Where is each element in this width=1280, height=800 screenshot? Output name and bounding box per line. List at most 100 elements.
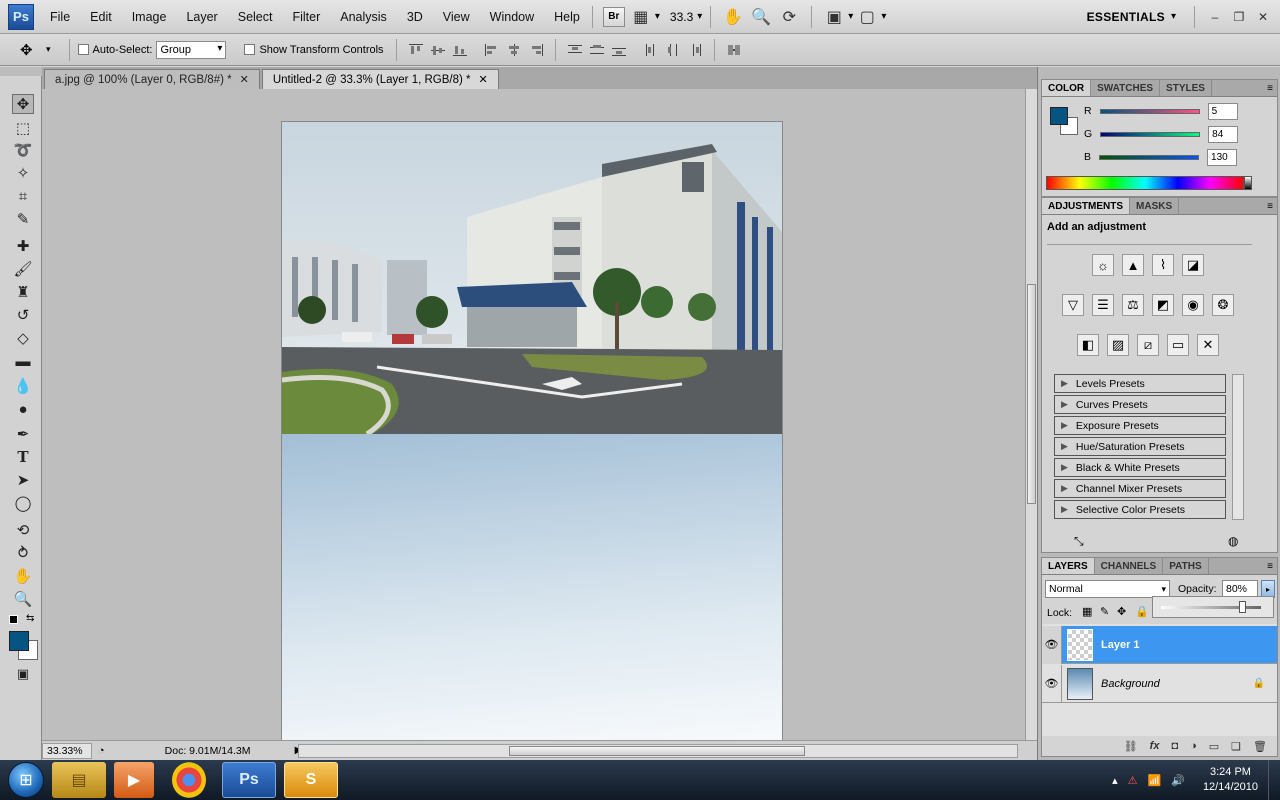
- opacity-slider-popup[interactable]: [1152, 596, 1274, 618]
- distribute-left-icon[interactable]: [642, 42, 660, 58]
- distribute-top-icon[interactable]: [566, 42, 584, 58]
- tab-untitled-2[interactable]: Untitled-2 @ 33.3% (Layer 1, RGB/8) * ✕: [261, 69, 499, 89]
- layer-name[interactable]: Background: [1101, 678, 1160, 690]
- screen-mode-icon[interactable]: ▢: [856, 6, 878, 28]
- align-top-icon[interactable]: [407, 42, 425, 58]
- canvas-viewport[interactable]: [42, 89, 1025, 740]
- show-transform-checkbox[interactable]: [244, 44, 256, 55]
- vertical-scrollbar[interactable]: [1025, 89, 1037, 740]
- tab-close-icon[interactable]: ✕: [479, 73, 488, 86]
- black-white-presets-item[interactable]: Black & White Presets: [1054, 458, 1226, 477]
- lock-image-icon[interactable]: ✎: [1100, 605, 1109, 618]
- eye-icon[interactable]: 👁: [1042, 625, 1062, 664]
- eraser-tool-icon[interactable]: ◇: [12, 328, 34, 348]
- opacity-slider-handle[interactable]: [1239, 601, 1246, 613]
- explorer-taskbar-icon[interactable]: ▤: [52, 762, 106, 798]
- magic-wand-tool-icon[interactable]: ✧: [12, 163, 34, 183]
- layer-row-background[interactable]: 👁 Background 🔒: [1042, 664, 1277, 703]
- media-player-taskbar-icon[interactable]: ▶: [114, 762, 154, 798]
- rotate-view-icon[interactable]: ⟳: [778, 6, 800, 28]
- levels-presets-item[interactable]: Levels Presets: [1054, 374, 1226, 393]
- default-colors-icon[interactable]: [9, 615, 18, 624]
- layer-row-layer-1[interactable]: 👁 Layer 1: [1042, 625, 1277, 664]
- skype-taskbar-icon[interactable]: S: [284, 762, 338, 798]
- hue-saturation-icon[interactable]: ☰: [1092, 294, 1114, 316]
- tab-swatches[interactable]: SWATCHES: [1091, 80, 1161, 96]
- green-value-field[interactable]: 84: [1208, 125, 1239, 143]
- distribute-vcenter-icon[interactable]: [588, 42, 606, 58]
- restore-icon[interactable]: ❐: [1230, 9, 1248, 25]
- horizontal-scrollbar[interactable]: [298, 744, 1018, 758]
- curves-icon[interactable]: ⌇: [1152, 254, 1174, 276]
- 3d-orbit-tool-icon[interactable]: ⥁: [12, 543, 34, 563]
- swap-colors-icon[interactable]: ⇆: [26, 613, 34, 624]
- path-selection-tool-icon[interactable]: ➤: [12, 470, 34, 490]
- tab-styles[interactable]: STYLES: [1160, 80, 1212, 96]
- quick-mask-icon[interactable]: ▣: [12, 664, 34, 684]
- link-layers-icon[interactable]: ⛓: [1124, 740, 1138, 753]
- arrange-dropdown-icon[interactable]: ▾: [848, 11, 853, 22]
- menu-select[interactable]: Select: [234, 10, 277, 24]
- zoom-tool-icon[interactable]: 🔍: [12, 589, 34, 609]
- blue-value-field[interactable]: 130: [1207, 148, 1238, 166]
- zoom-dropdown-icon[interactable]: ▾: [697, 11, 702, 22]
- hand-tool-icon[interactable]: ✋: [722, 6, 744, 28]
- channel-mixer-icon[interactable]: ❂: [1212, 294, 1234, 316]
- tab-a-jpg[interactable]: a.jpg @ 100% (Layer 0, RGB/8#) * ✕: [44, 69, 260, 89]
- eye-icon[interactable]: 👁: [1042, 664, 1062, 703]
- marquee-tool-icon[interactable]: ⬚: [12, 118, 34, 138]
- new-adjustment-layer-icon[interactable]: ◑: [1190, 740, 1197, 752]
- close-icon[interactable]: ✕: [1254, 9, 1272, 25]
- align-vcenter-icon[interactable]: [429, 42, 447, 58]
- clock[interactable]: 3:24 PM 12/14/2010: [1203, 765, 1258, 795]
- type-tool-icon[interactable]: T: [12, 447, 34, 467]
- gradient-tool-icon[interactable]: ▬: [12, 351, 34, 371]
- photoshop-taskbar-icon[interactable]: Ps: [222, 762, 276, 798]
- new-group-icon[interactable]: ▭: [1209, 740, 1219, 753]
- auto-select-checkbox[interactable]: [77, 44, 89, 55]
- tab-paths[interactable]: PATHS: [1163, 558, 1209, 574]
- channel-mixer-presets-item[interactable]: Channel Mixer Presets: [1054, 479, 1226, 498]
- menu-image[interactable]: Image: [128, 10, 171, 24]
- hue-saturation-presets-item[interactable]: Hue/Saturation Presets: [1054, 437, 1226, 456]
- menu-layer[interactable]: Layer: [182, 10, 221, 24]
- align-left-icon[interactable]: [483, 42, 501, 58]
- workspace-switcher[interactable]: ESSENTIALS: [1087, 10, 1165, 24]
- layer-name[interactable]: Layer 1: [1101, 639, 1140, 651]
- color-balance-icon[interactable]: ⚖: [1122, 294, 1144, 316]
- bridge-button[interactable]: Br: [602, 6, 625, 27]
- distribute-hcenter-icon[interactable]: [664, 42, 682, 58]
- clone-stamp-tool-icon[interactable]: ♜: [12, 282, 34, 302]
- 3d-rotate-tool-icon[interactable]: ⟲: [12, 520, 34, 540]
- red-slider[interactable]: [1099, 108, 1200, 114]
- add-mask-icon[interactable]: ◘: [1171, 740, 1178, 752]
- threshold-icon[interactable]: ⧄: [1137, 334, 1159, 356]
- lasso-tool-icon[interactable]: ➰: [12, 140, 34, 160]
- green-slider[interactable]: [1100, 131, 1201, 137]
- black-white-ramp[interactable]: [1244, 176, 1252, 190]
- building-photo-layer[interactable]: [282, 122, 782, 434]
- brightness-contrast-icon[interactable]: ☼: [1092, 254, 1114, 276]
- layer-style-icon[interactable]: fx: [1150, 740, 1160, 752]
- view-previous-state-icon[interactable]: ◍: [1228, 534, 1238, 548]
- menu-3d[interactable]: 3D: [403, 10, 427, 24]
- auto-select-dropdown[interactable]: Group: [156, 40, 227, 59]
- auto-align-layers-icon[interactable]: [725, 42, 743, 58]
- menu-file[interactable]: File: [46, 10, 74, 24]
- vibrance-icon[interactable]: ▽: [1062, 294, 1084, 316]
- levels-icon[interactable]: ▲: [1122, 254, 1144, 276]
- foreground-color-swatch[interactable]: [9, 631, 29, 651]
- healing-brush-tool-icon[interactable]: ✚: [12, 236, 34, 256]
- gradient-map-icon[interactable]: ▭: [1167, 334, 1189, 356]
- tab-channels[interactable]: CHANNELS: [1095, 558, 1164, 574]
- blur-tool-icon[interactable]: 💧: [12, 376, 34, 396]
- clip-to-layer-icon[interactable]: ⤡: [1074, 534, 1084, 549]
- lock-transparent-icon[interactable]: ▦: [1082, 605, 1092, 618]
- lock-position-icon[interactable]: ✥: [1117, 605, 1126, 618]
- presets-scrollbar[interactable]: [1232, 374, 1244, 520]
- delete-layer-icon[interactable]: 🗑: [1253, 740, 1267, 753]
- brush-tool-icon[interactable]: 🖌: [12, 259, 34, 279]
- horizontal-scroll-thumb[interactable]: [509, 746, 805, 756]
- lock-all-icon[interactable]: 🔒: [1135, 605, 1149, 618]
- crop-tool-icon[interactable]: ⌗: [12, 186, 34, 206]
